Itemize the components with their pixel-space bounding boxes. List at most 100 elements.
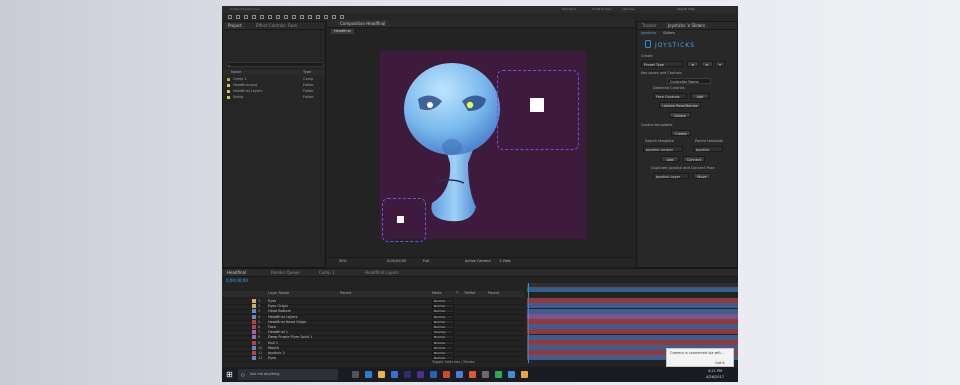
views-select[interactable]: 1 View xyxy=(499,259,511,264)
composition-canvas[interactable] xyxy=(380,51,586,242)
tab-render-queue[interactable]: Render Queue xyxy=(268,269,303,276)
template-select[interactable]: Joystick control xyxy=(643,146,683,152)
column-parent-link[interactable]: Parent xyxy=(488,291,499,296)
camera-select[interactable]: Active Camera xyxy=(465,259,491,264)
tab-headfinal-layers[interactable]: Headfinal Layers xyxy=(362,269,402,276)
workspace-libraries[interactable]: Libraries xyxy=(622,7,635,12)
connect-button[interactable]: Connect xyxy=(683,156,705,162)
parent-template-select[interactable]: Joystick xyxy=(693,146,723,152)
project-search-input[interactable]: ⌕ xyxy=(226,62,324,68)
notification-button[interactable]: Got it xyxy=(715,361,725,366)
project-item[interactable]: Headfinal.psd Folder xyxy=(227,83,323,88)
tab-timeline-headfinal[interactable]: Headfinal xyxy=(224,269,250,276)
tab-composition[interactable]: Composition Headfinal xyxy=(337,20,389,27)
add-template-button[interactable]: Add xyxy=(661,156,679,162)
update-pose-button[interactable]: Update Pose/Names xyxy=(659,102,701,108)
layer-row[interactable]: 12 Eyes Normal xyxy=(222,355,524,363)
controller-name-field[interactable]: Controller Name xyxy=(667,78,711,84)
item-type: Folder xyxy=(303,83,314,87)
rectangle-tool-icon[interactable] xyxy=(284,15,288,19)
column-parent[interactable]: Parent xyxy=(340,291,351,296)
notification-toast[interactable]: Camera is connected via wifi... Got it xyxy=(666,348,734,367)
clock-date[interactable]: 4/26/2017 xyxy=(706,375,724,380)
item-color-swatch xyxy=(227,96,230,99)
create-slider-button[interactable]: ⊕ xyxy=(701,61,713,67)
photoshop-icon[interactable] xyxy=(430,371,437,378)
clone-stamp-tool-icon[interactable] xyxy=(316,15,320,19)
layer-name[interactable]: Eyes xyxy=(268,355,276,361)
create-template-button[interactable]: Create xyxy=(671,130,691,136)
tab-comp-1[interactable]: Comp 1 xyxy=(316,269,338,276)
edge-icon[interactable] xyxy=(365,371,372,378)
selection-tool-icon[interactable] xyxy=(236,15,240,19)
brush-tool-icon[interactable] xyxy=(308,15,312,19)
project-item[interactable]: Headfinal Layers Folder xyxy=(227,89,323,94)
type-tool-icon[interactable] xyxy=(300,15,304,19)
taskbar-search[interactable]: ○ Ask me anything xyxy=(238,369,338,380)
task-view-icon[interactable] xyxy=(352,371,359,378)
media-encoder-icon[interactable] xyxy=(456,371,463,378)
clock-time[interactable]: 4:21 PM xyxy=(708,369,722,374)
illustrator-icon[interactable] xyxy=(443,371,450,378)
column-trkmat[interactable]: TrkMat xyxy=(464,291,476,296)
column-t[interactable]: T xyxy=(456,291,458,296)
file-explorer-icon[interactable] xyxy=(378,371,385,378)
parent-template-label: Parent template xyxy=(695,139,724,143)
chrome-icon[interactable] xyxy=(469,371,476,378)
column-type[interactable]: Type xyxy=(303,70,311,75)
tab-project[interactable]: Project xyxy=(225,22,245,29)
after-effects-icon[interactable] xyxy=(417,371,424,378)
resolution-select[interactable]: Full xyxy=(423,259,429,264)
composition-breadcrumb[interactable]: Headfinal xyxy=(331,29,354,34)
skype-icon[interactable] xyxy=(508,371,515,378)
hand-tool-icon[interactable] xyxy=(244,15,248,19)
preset-type-select[interactable]: Preset Type xyxy=(641,61,683,67)
duplicate-select[interactable]: Joystick Layer xyxy=(653,173,689,179)
tab-effect-controls[interactable]: Effect Controls: Face xyxy=(253,22,300,29)
rotate-tool-icon[interactable] xyxy=(260,15,264,19)
controls-select[interactable]: Face Controls xyxy=(653,93,687,99)
column-layer-name[interactable]: Layer Name xyxy=(268,291,289,296)
timeline-timecode[interactable]: 0;00;00;00 xyxy=(226,278,248,283)
toggle-switches-modes[interactable]: Toggle Switches / Modes xyxy=(432,360,475,365)
cortana-icon: ○ xyxy=(241,372,245,377)
project-item[interactable]: Comp 1 Comp xyxy=(227,77,323,82)
search-template-label: Search template xyxy=(645,139,674,143)
delete-button[interactable]: Delete xyxy=(669,112,691,118)
search-help[interactable]: Search Help xyxy=(677,7,695,12)
app-icon[interactable] xyxy=(482,371,489,378)
mail-icon[interactable] xyxy=(521,371,528,378)
subtab-sliders[interactable]: Sliders xyxy=(663,31,675,36)
store-icon[interactable] xyxy=(391,371,398,378)
tab-tracker[interactable]: Tracker xyxy=(639,22,659,29)
more-options-button[interactable]: ▾ xyxy=(715,61,725,67)
tab-joysticks-sliders[interactable]: Joysticks 'n Sliders xyxy=(665,22,709,29)
premiere-icon[interactable] xyxy=(404,371,411,378)
layer-color-label[interactable] xyxy=(252,356,256,361)
home-icon[interactable] xyxy=(228,15,232,19)
work-area-bar[interactable] xyxy=(527,289,738,292)
column-mode[interactable]: Mode xyxy=(432,291,442,296)
add-pose-button[interactable]: Add xyxy=(691,93,709,99)
spotify-icon[interactable] xyxy=(495,371,502,378)
workspace-standard[interactable]: Standard xyxy=(562,7,576,12)
project-item[interactable]: Solids Folder xyxy=(227,95,323,100)
zoom-level[interactable]: 50% xyxy=(339,259,347,264)
subtab-joysticks[interactable]: Joysticks xyxy=(641,31,656,36)
zoom-tool-icon[interactable] xyxy=(252,15,256,19)
eraser-tool-icon[interactable] xyxy=(324,15,328,19)
roto-brush-tool-icon[interactable] xyxy=(332,15,336,19)
camera-tool-icon[interactable] xyxy=(268,15,272,19)
pen-tool-icon[interactable] xyxy=(292,15,296,19)
column-name[interactable]: Name xyxy=(231,70,241,75)
joystick-mouth-boundary[interactable] xyxy=(382,198,426,242)
workspace-small-screen[interactable]: Small Screen xyxy=(592,7,612,12)
windows-start-icon[interactable]: ⊞ xyxy=(226,370,233,379)
joystick-eyes-handle[interactable] xyxy=(530,98,544,112)
pan-behind-tool-icon[interactable] xyxy=(276,15,280,19)
timecode-display[interactable]: 0;00;00;00 xyxy=(387,259,406,264)
joystick-mouth-handle[interactable] xyxy=(397,216,404,223)
puppet-tool-icon[interactable] xyxy=(340,15,344,19)
create-joystick-button[interactable]: ⊕ xyxy=(687,61,699,67)
move-button[interactable]: Move xyxy=(693,173,711,179)
